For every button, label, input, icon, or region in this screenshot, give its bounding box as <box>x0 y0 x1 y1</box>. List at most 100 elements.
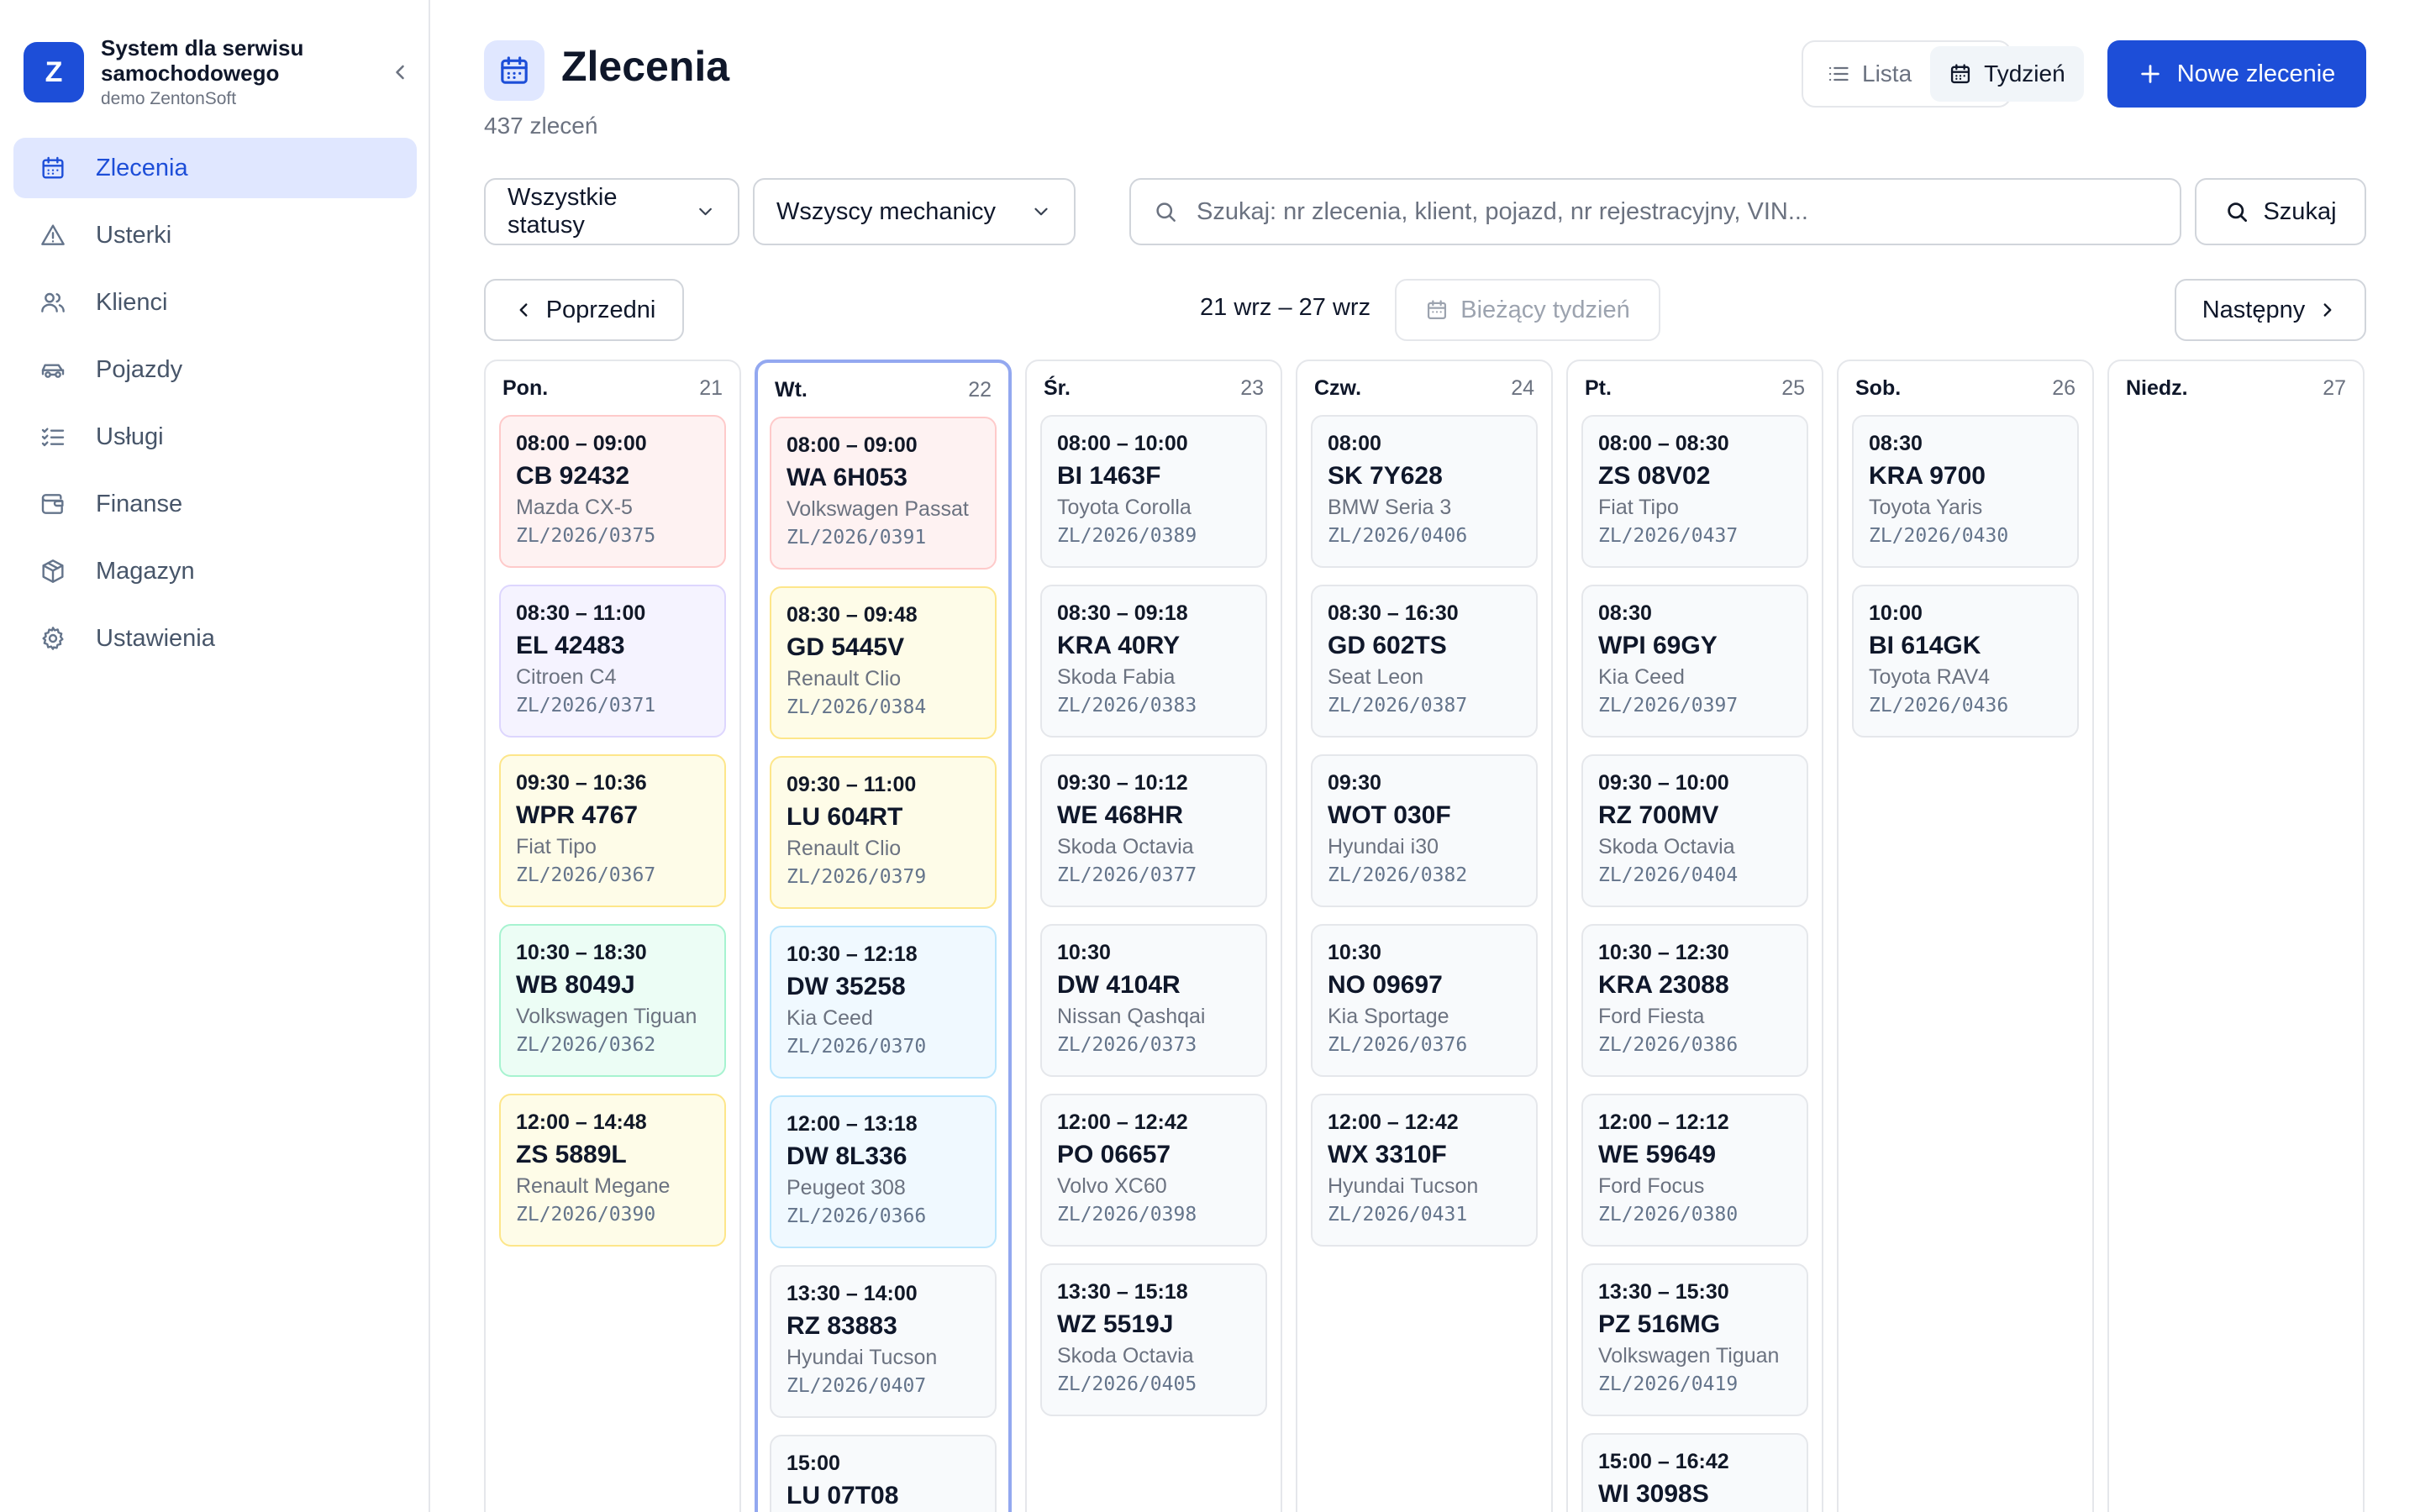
day-header: Śr. 23 <box>1027 361 1281 415</box>
order-card[interactable]: 12:00 – 12:42 WX 3310F Hyundai Tucson ZL/20… <box>1311 1094 1538 1247</box>
order-card[interactable]: 13:30 – 14:00 RZ 83883 Hyundai Tucson ZL/20… <box>770 1265 997 1418</box>
order-card[interactable]: 10:00 BI 614GK Toyota RAV4 ZL/2026/0436 <box>1852 585 2079 738</box>
sidebar-item-usterki[interactable]: Usterki <box>13 205 417 265</box>
order-card[interactable]: 08:30 KRA 9700 Toyota Yaris ZL/2026/0430 <box>1852 415 2079 568</box>
order-number: ZL/2026/0431 <box>1328 1204 1468 1226</box>
sidebar-item-klienci[interactable]: Klienci <box>13 272 417 333</box>
order-time: 13:30 – 15:18 <box>1057 1280 1188 1304</box>
sidebar-item-label: Zlecenia <box>96 154 188 181</box>
order-number: ZL/2026/0377 <box>1057 864 1197 886</box>
order-card[interactable]: 15:00 – 16:42 WI 3098S <box>1581 1433 1808 1512</box>
previous-week-button[interactable]: Poprzedni <box>484 279 684 341</box>
order-time: 08:30 – 09:48 <box>786 603 918 627</box>
order-time: 12:00 – 14:48 <box>516 1110 647 1134</box>
order-plate: BI 614GK <box>1869 632 1981 659</box>
order-card[interactable]: 08:30 – 11:00 EL 42483 Citroen C4 ZL/2026/0… <box>499 585 726 738</box>
order-card[interactable]: 10:30 – 12:18 DW 35258 Kia Ceed ZL/2026/037… <box>770 926 997 1079</box>
chevron-left-icon <box>396 65 404 80</box>
sidebar-item-magazyn[interactable]: Magazyn <box>13 541 417 601</box>
order-card[interactable]: 12:00 – 13:18 DW 8L336 Peugeot 308 ZL/2026/… <box>770 1095 997 1248</box>
sidebar-item-zlecenia[interactable]: Zlecenia <box>13 138 417 198</box>
order-number: ZL/2026/0386 <box>1598 1034 1739 1056</box>
mechanic-filter-select[interactable]: Wszyscy mechanicy <box>753 178 1076 245</box>
order-card[interactable]: 08:30 – 16:30 GD 602TS Seat Leon ZL/2026/03… <box>1311 585 1538 738</box>
view-week-button[interactable]: Tydzień <box>1930 46 2084 102</box>
order-vehicle: Skoda Fabia <box>1057 665 1176 689</box>
order-card[interactable]: 15:00 LU 07T08 <box>770 1435 997 1512</box>
order-plate: RZ 700MV <box>1598 801 1719 829</box>
order-time: 08:00 <box>1328 432 1381 455</box>
order-time: 12:00 – 13:18 <box>786 1112 918 1136</box>
next-week-button[interactable]: Następny <box>2175 279 2366 341</box>
order-plate: LU 07T08 <box>786 1482 899 1509</box>
order-card[interactable]: 08:30 – 09:18 KRA 40RY Skoda Fabia ZL/2026/… <box>1040 585 1267 738</box>
order-card[interactable]: 08:30 WPI 69GY Kia Ceed ZL/2026/0397 <box>1581 585 1808 738</box>
order-vehicle: Skoda Octavia <box>1057 1344 1194 1368</box>
current-week-label: Bieżący tydzień <box>1460 296 1630 323</box>
list-icon <box>1827 62 1850 86</box>
order-card[interactable]: 08:30 – 09:48 GD 5445V Renault Clio ZL/2026… <box>770 586 997 739</box>
new-order-button[interactable]: Nowe zlecenie <box>2107 40 2366 108</box>
order-card[interactable]: 13:30 – 15:18 WZ 5519J Skoda Octavia ZL/202… <box>1040 1263 1267 1416</box>
order-card[interactable]: 12:00 – 12:12 WE 59649 Ford Focus ZL/2026/0… <box>1581 1094 1808 1247</box>
sidebar-item-label: Usługi <box>96 423 164 450</box>
order-time: 15:00 <box>786 1452 840 1475</box>
order-number: ZL/2026/0383 <box>1057 695 1197 717</box>
order-vehicle: Skoda Octavia <box>1057 835 1194 858</box>
order-card[interactable]: 10:30 NO 09697 Kia Sportage ZL/2026/0376 <box>1311 924 1538 1077</box>
day-header: Sob. 26 <box>1839 361 2092 415</box>
order-card[interactable]: 08:00 SK 7Y628 BMW Seria 3 ZL/2026/0406 <box>1311 415 1538 568</box>
order-card[interactable]: 09:30 WOT 030F Hyundai i30 ZL/2026/0382 <box>1311 754 1538 907</box>
order-card[interactable]: 12:00 – 12:42 PO 06657 Volvo XC60 ZL/2026/0… <box>1040 1094 1267 1247</box>
order-time: 08:00 – 08:30 <box>1598 432 1729 455</box>
order-vehicle: Hyundai Tucson <box>1328 1174 1479 1198</box>
search-input[interactable] <box>1197 197 2158 226</box>
sidebar-item-pojazdy[interactable]: Pojazdy <box>13 339 417 400</box>
collapse-sidebar-button[interactable] <box>381 54 418 91</box>
view-list-button[interactable]: Lista <box>1808 46 1930 102</box>
calendar-icon <box>1425 298 1449 322</box>
day-number: 22 <box>968 377 992 402</box>
order-card[interactable]: 10:30 – 18:30 WB 8049J Volkswagen Tiguan ZL… <box>499 924 726 1077</box>
status-filter-select[interactable]: Wszystkie statusy <box>484 178 739 245</box>
previous-week-label: Poprzedni <box>545 296 656 323</box>
order-card[interactable]: 08:00 – 09:00 WA 6H053 Volkswagen Passat ZL… <box>770 417 997 570</box>
search-button-label: Szukaj <box>2263 197 2337 225</box>
order-card[interactable]: 09:30 – 10:00 RZ 700MV Skoda Octavia ZL/202… <box>1581 754 1808 907</box>
sidebar-item-uslugi[interactable]: Usługi <box>13 407 417 467</box>
sidebar-nav: Zlecenia Usterki Klienci Pojazdy Usługi … <box>13 138 417 675</box>
order-card[interactable]: 10:30 DW 4104R Nissan Qashqai ZL/2026/0373 <box>1040 924 1267 1077</box>
sidebar-item-finanse[interactable]: Finanse <box>13 474 417 534</box>
warning-icon <box>39 221 67 249</box>
order-card[interactable]: 08:00 – 08:30 ZS 08V02 Fiat Tipo ZL/2026/04… <box>1581 415 1808 568</box>
mechanic-filter-value: Wszyscy mechanicy <box>776 197 997 225</box>
order-plate: WPI 69GY <box>1598 632 1718 659</box>
order-card[interactable]: 08:00 – 09:00 CB 92432 Mazda CX-5 ZL/2026/0… <box>499 415 726 568</box>
order-vehicle: Toyota Corolla <box>1057 496 1192 519</box>
order-vehicle: Kia Ceed <box>1598 665 1685 689</box>
order-number: ZL/2026/0390 <box>516 1204 656 1226</box>
order-card[interactable]: 12:00 – 14:48 ZS 5889L Renault Megane ZL/20… <box>499 1094 726 1247</box>
order-number: ZL/2026/0379 <box>786 866 927 888</box>
order-card[interactable]: 09:30 – 11:00 LU 604RT Renault Clio ZL/2026… <box>770 756 997 909</box>
order-number: ZL/2026/0387 <box>1328 695 1468 717</box>
order-plate: WE 59649 <box>1598 1141 1717 1168</box>
sidebar-item-ustawienia[interactable]: Ustawienia <box>13 608 417 669</box>
order-card[interactable]: 13:30 – 15:30 PZ 516MG Volkswagen Tiguan ZL… <box>1581 1263 1808 1416</box>
search-button[interactable]: Szukaj <box>2195 178 2366 245</box>
order-time: 09:30 – 10:36 <box>516 771 647 795</box>
order-time: 12:00 – 12:42 <box>1057 1110 1188 1134</box>
current-week-button[interactable]: Bieżący tydzień <box>1395 279 1660 341</box>
order-vehicle: Hyundai Tucson <box>786 1346 938 1369</box>
order-plate: GD 602TS <box>1328 632 1447 659</box>
order-card[interactable]: 09:30 – 10:36 WPR 4767 Fiat Tipo ZL/2026/03… <box>499 754 726 907</box>
order-number: ZL/2026/0376 <box>1328 1034 1468 1056</box>
order-vehicle: Volkswagen Tiguan <box>516 1005 697 1028</box>
sidebar-item-label: Pojazdy <box>96 355 183 383</box>
order-time: 08:30 – 11:00 <box>516 601 646 625</box>
order-card[interactable]: 10:30 – 12:30 KRA 23088 Ford Fiesta ZL/2026… <box>1581 924 1808 1077</box>
order-card[interactable]: 09:30 – 10:12 WE 468HR Skoda Octavia ZL/202… <box>1040 754 1267 907</box>
order-time: 10:30 <box>1328 941 1381 964</box>
order-vehicle: Mazda CX-5 <box>516 496 633 519</box>
order-card[interactable]: 08:00 – 10:00 BI 1463F Toyota Corolla ZL/20… <box>1040 415 1267 568</box>
